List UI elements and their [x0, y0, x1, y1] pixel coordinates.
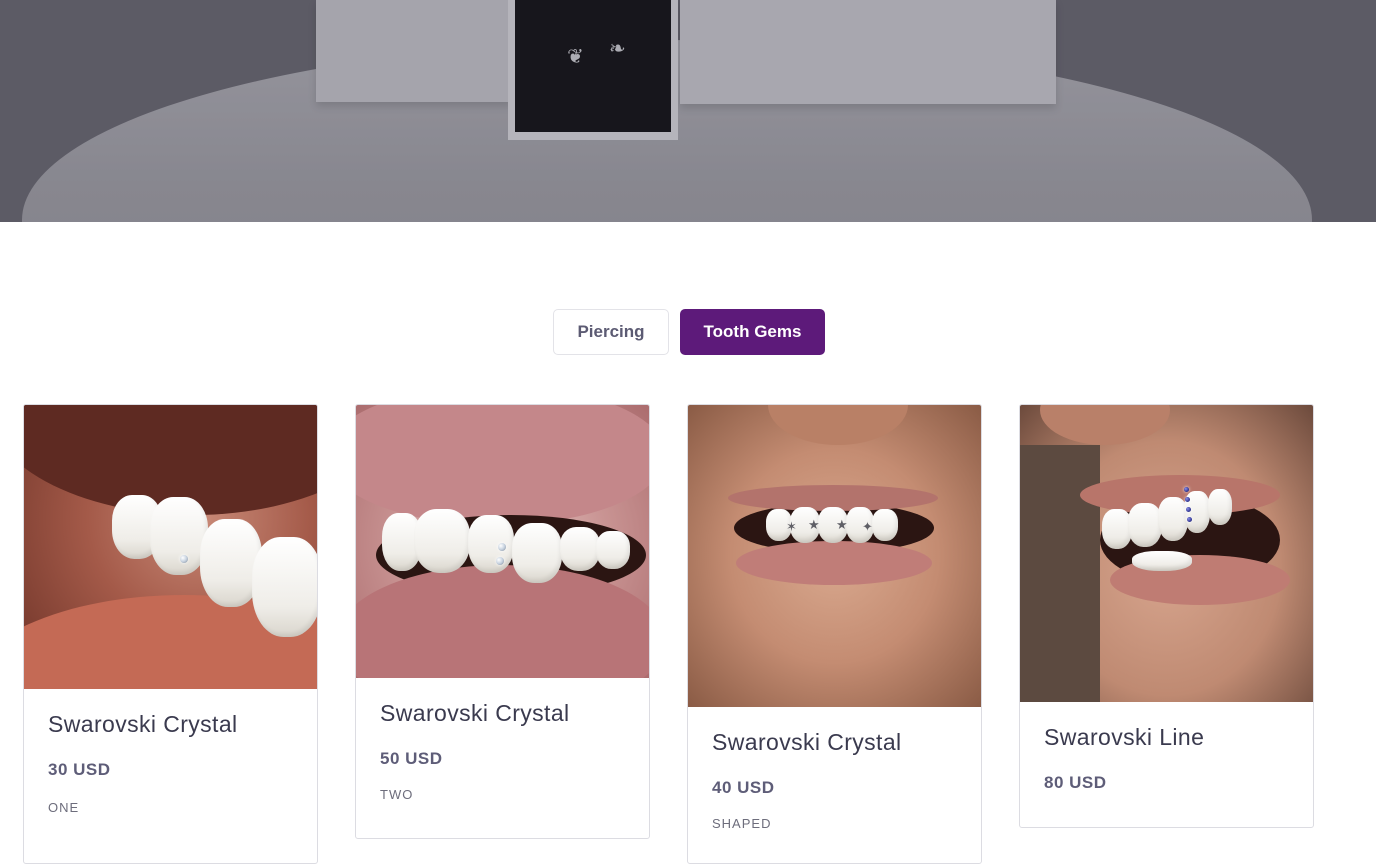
star-gem-icon: ✶: [786, 520, 797, 535]
lower-lip: [736, 541, 932, 585]
crystal-gem-icon: [1186, 507, 1191, 512]
product-image: [356, 405, 649, 678]
product-image: [1020, 405, 1313, 702]
product-price: 80 USD: [1044, 773, 1107, 792]
product-variant: ONE: [48, 800, 80, 815]
tooth: [512, 523, 562, 583]
tooth: [468, 515, 514, 573]
crystal-gem-icon: [1184, 487, 1189, 492]
product-card[interactable]: Swarovski Crystal 50 USD TWO: [355, 404, 650, 839]
product-image: [24, 405, 317, 689]
tooth: [596, 531, 630, 569]
crystal-gem-icon: [1187, 517, 1192, 522]
category-tabs: Piercing Tooth Gems: [553, 309, 825, 355]
tooth: [560, 527, 600, 571]
nose: [1040, 405, 1170, 445]
product-card[interactable]: ✶ ★ ★ ✦ Swarovski Crystal 40 USD SHAPED: [687, 404, 982, 864]
product-info: Swarovski Line 80 USD: [1020, 724, 1313, 793]
crystal-gem-icon: [498, 543, 506, 551]
product-price: 40 USD: [712, 778, 775, 797]
upper-lip: [356, 405, 649, 525]
tooth: [1128, 503, 1162, 547]
tab-tooth-gems[interactable]: Tooth Gems: [680, 309, 825, 355]
tooth: [1132, 551, 1192, 571]
product-title: Swarovski Line: [1044, 724, 1205, 750]
product-card[interactable]: Swarovski Line 80 USD: [1019, 404, 1314, 828]
lower-lip: [356, 565, 649, 678]
tooth: [1208, 489, 1232, 525]
product-title: Swarovski Crystal: [380, 700, 570, 726]
star-gem-icon: ★: [808, 518, 820, 533]
tab-piercing[interactable]: Piercing: [553, 309, 669, 355]
product-info: Swarovski Crystal 50 USD TWO: [356, 700, 649, 802]
product-price: 50 USD: [380, 749, 443, 768]
tooth: [414, 509, 470, 573]
product-variant: TWO: [380, 787, 414, 802]
product-title: Swarovski Crystal: [48, 711, 238, 737]
product-info: Swarovski Crystal 30 USD ONE: [24, 711, 317, 815]
product-title: Swarovski Crystal: [712, 729, 902, 755]
product-price: 30 USD: [48, 760, 111, 779]
product-variant: SHAPED: [712, 816, 772, 831]
tooth: [872, 509, 898, 541]
star-gem-icon: ✦: [862, 520, 873, 535]
product-info: Swarovski Crystal 40 USD SHAPED: [688, 729, 981, 831]
nose: [768, 405, 908, 445]
crystal-gem-icon: [496, 557, 504, 565]
crystal-gem-icon: [1185, 497, 1190, 502]
crystal-gem-icon: [180, 555, 188, 563]
hair: [1020, 445, 1100, 702]
tooth: [252, 537, 317, 637]
product-card[interactable]: Swarovski Crystal 30 USD ONE: [23, 404, 318, 864]
star-gem-icon: ★: [836, 518, 848, 533]
hero-overlay: [0, 0, 1376, 222]
hero-image: ❦ ❧: [0, 0, 1376, 222]
product-image: ✶ ★ ★ ✦: [688, 405, 981, 707]
